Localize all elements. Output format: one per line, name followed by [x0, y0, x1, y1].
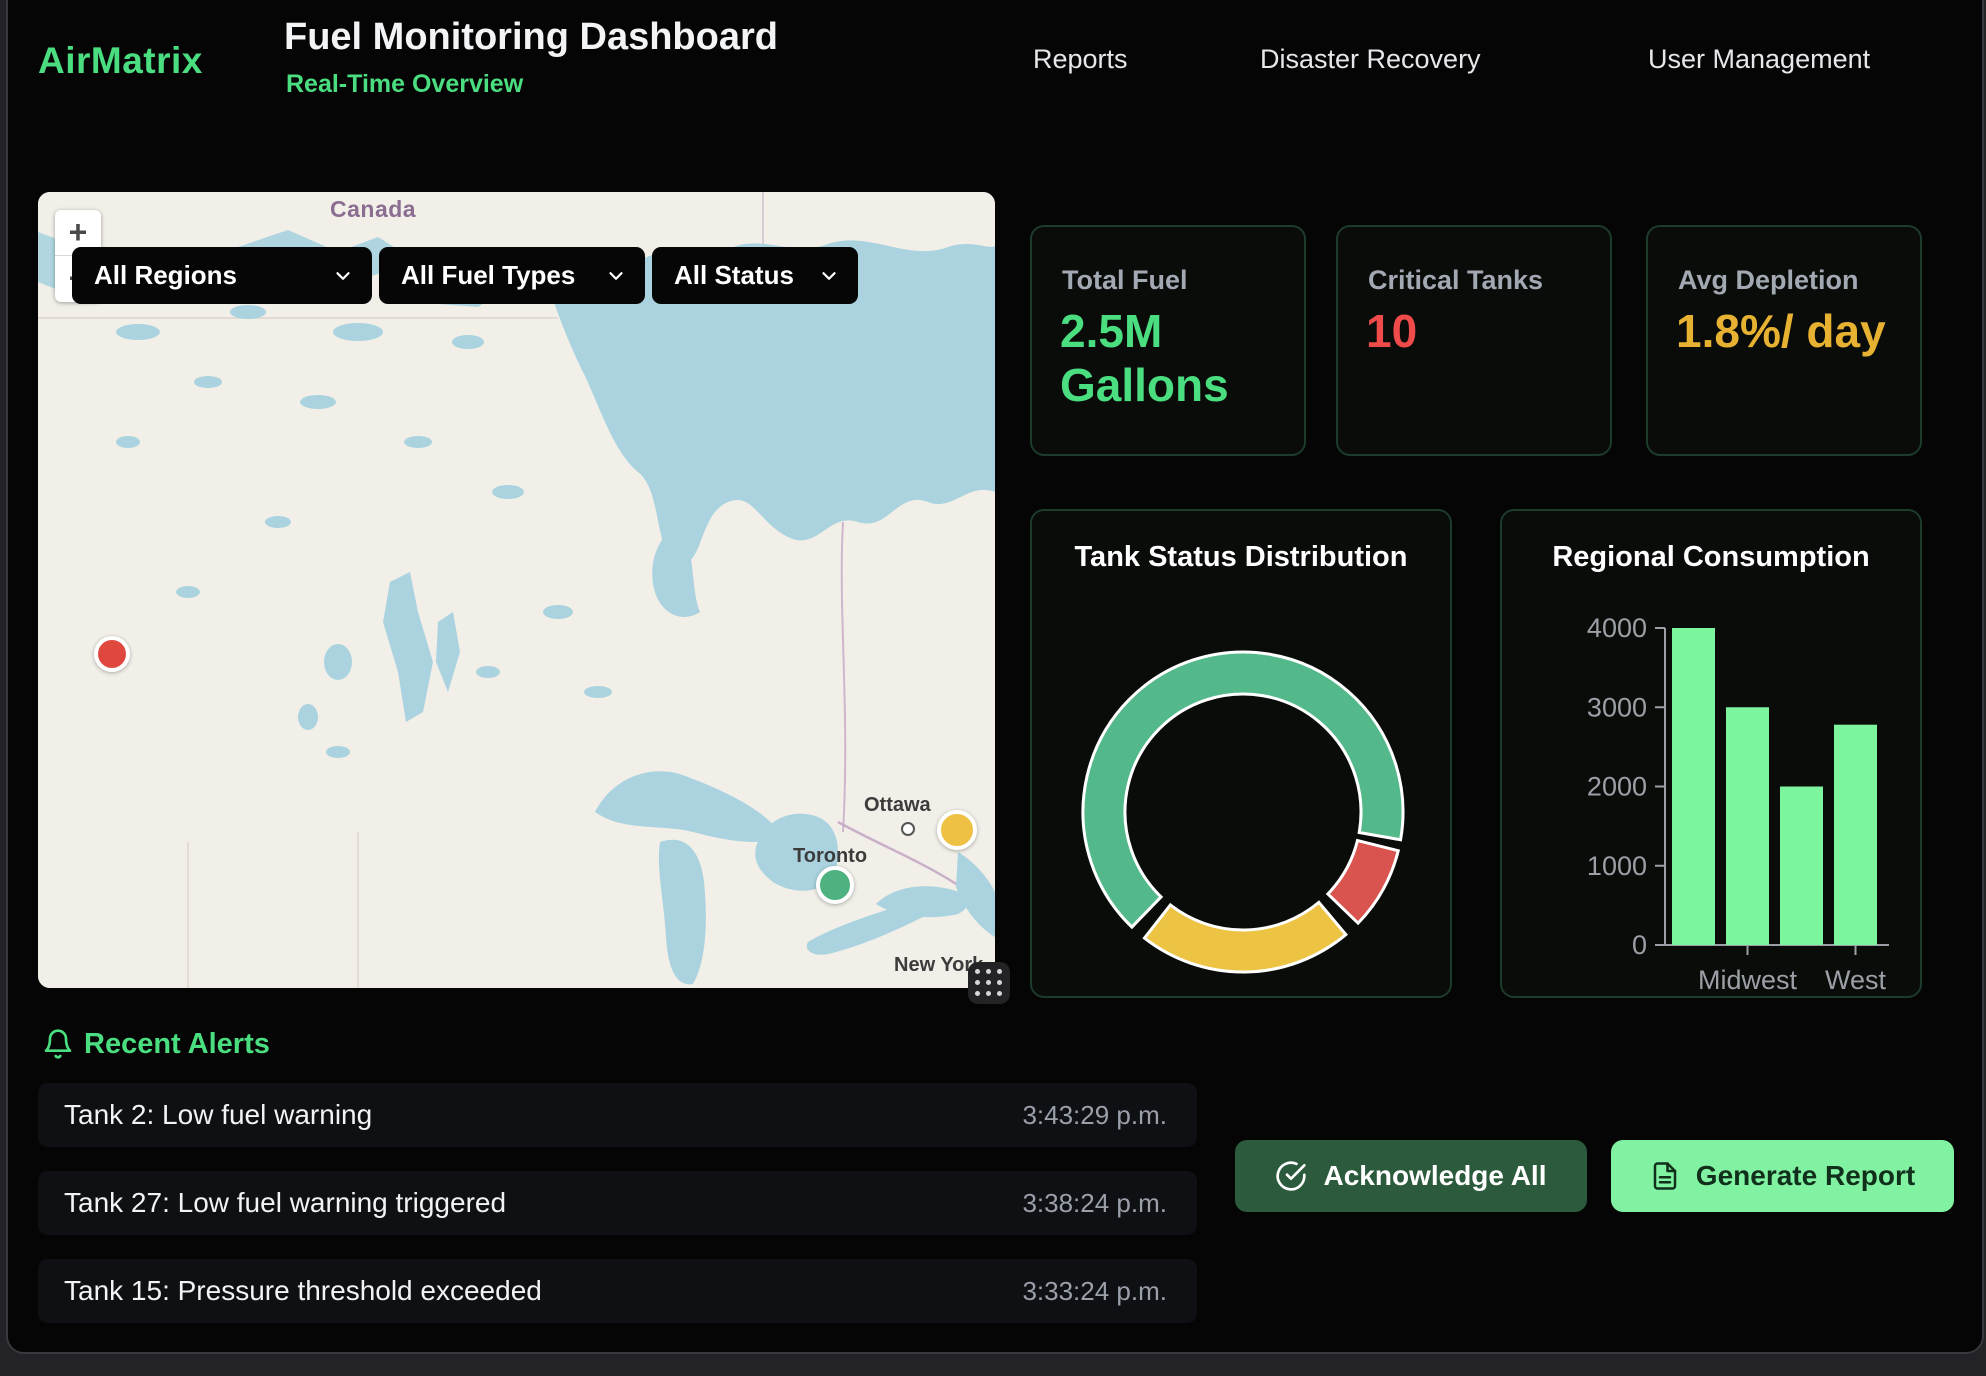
svg-text:3000: 3000: [1587, 692, 1647, 722]
alert-timestamp: 3:33:24 p.m.: [1022, 1276, 1167, 1307]
map-marker[interactable]: [937, 810, 977, 850]
alert-row[interactable]: Tank 15: Pressure threshold exceeded 3:3…: [38, 1259, 1197, 1323]
filter-status-label: All Status: [674, 260, 794, 291]
map-country-label: Canada: [330, 196, 416, 223]
generate-report-button[interactable]: Generate Report: [1611, 1140, 1954, 1212]
svg-text:1000: 1000: [1587, 851, 1647, 881]
stat-label: Avg Depletion: [1678, 265, 1859, 296]
map-marker[interactable]: [94, 636, 130, 672]
regional-consumption-card: Regional Consumption 01000200030004000Mi…: [1500, 509, 1922, 998]
filter-regions-dropdown[interactable]: All Regions: [72, 247, 372, 304]
alert-timestamp: 3:43:29 p.m.: [1022, 1100, 1167, 1131]
map-panel[interactable]: Canada Ottawa Toronto New York + − All R…: [38, 192, 995, 988]
generate-report-label: Generate Report: [1696, 1160, 1915, 1192]
chevron-down-icon: [605, 265, 627, 287]
alert-text: Tank 27: Low fuel warning triggered: [64, 1187, 506, 1219]
svg-text:Midwest: Midwest: [1698, 965, 1798, 995]
map-city-label-ottawa: Ottawa: [864, 794, 931, 817]
nav-user-management[interactable]: User Management: [1648, 44, 1870, 75]
file-text-icon: [1650, 1161, 1680, 1191]
alert-row[interactable]: Tank 27: Low fuel warning triggered 3:38…: [38, 1171, 1197, 1235]
acknowledge-all-label: Acknowledge All: [1323, 1160, 1546, 1192]
stat-card-critical-tanks: Critical Tanks 10: [1336, 225, 1612, 456]
tank-status-donut-chart: [1032, 511, 1454, 1000]
map-city-label-toronto: Toronto: [793, 845, 867, 868]
chevron-down-icon: [332, 265, 354, 287]
alert-text: Tank 15: Pressure threshold exceeded: [64, 1275, 542, 1307]
dashboard-screen: AirMatrix Fuel Monitoring Dashboard Real…: [0, 0, 1986, 1376]
bell-icon: [42, 1028, 74, 1060]
map-canvas: [38, 192, 995, 988]
tank-status-card: Tank Status Distribution: [1030, 509, 1452, 998]
alerts-section-title: Recent Alerts: [84, 1028, 270, 1061]
map-resize-handle[interactable]: [968, 962, 1010, 1004]
map-marker[interactable]: [816, 866, 854, 904]
svg-text:2000: 2000: [1587, 772, 1647, 802]
filter-status-dropdown[interactable]: All Status: [652, 247, 858, 304]
town-dot-icon: [901, 822, 915, 836]
chevron-down-icon: [818, 265, 840, 287]
map-filters: All Regions All Fuel Types All Status: [72, 247, 858, 304]
alert-row[interactable]: Tank 2: Low fuel warning 3:43:29 p.m.: [38, 1083, 1197, 1147]
filter-fuel-types-label: All Fuel Types: [401, 260, 575, 291]
nav-reports[interactable]: Reports: [1033, 44, 1128, 75]
check-circle-icon: [1275, 1160, 1307, 1192]
svg-text:4000: 4000: [1587, 613, 1647, 643]
stat-card-avg-depletion: Avg Depletion 1.8%/ day: [1646, 225, 1922, 456]
stat-value: 2.5M Gallons: [1060, 305, 1278, 413]
filter-regions-label: All Regions: [94, 260, 237, 291]
stat-label: Total Fuel: [1062, 265, 1188, 296]
filter-fuel-types-dropdown[interactable]: All Fuel Types: [379, 247, 645, 304]
stat-label: Critical Tanks: [1368, 265, 1543, 296]
alert-timestamp: 3:38:24 p.m.: [1022, 1188, 1167, 1219]
page-subtitle: Real-Time Overview: [286, 70, 523, 99]
page-title: Fuel Monitoring Dashboard: [284, 16, 778, 59]
brand-logo: AirMatrix: [38, 40, 203, 82]
acknowledge-all-button[interactable]: Acknowledge All: [1235, 1140, 1587, 1212]
stat-value: 10: [1366, 305, 1584, 359]
regional-consumption-bar-chart: 0 1000 2000 3000 4000 Midwest West: [1502, 511, 1924, 1000]
stat-value: 1.8%/ day: [1676, 305, 1894, 359]
alert-text: Tank 2: Low fuel warning: [64, 1099, 372, 1131]
stat-card-total-fuel: Total Fuel 2.5M Gallons: [1030, 225, 1306, 456]
svg-text:0: 0: [1632, 930, 1647, 960]
nav-disaster-recovery[interactable]: Disaster Recovery: [1260, 44, 1481, 75]
svg-text:West: West: [1825, 965, 1887, 995]
